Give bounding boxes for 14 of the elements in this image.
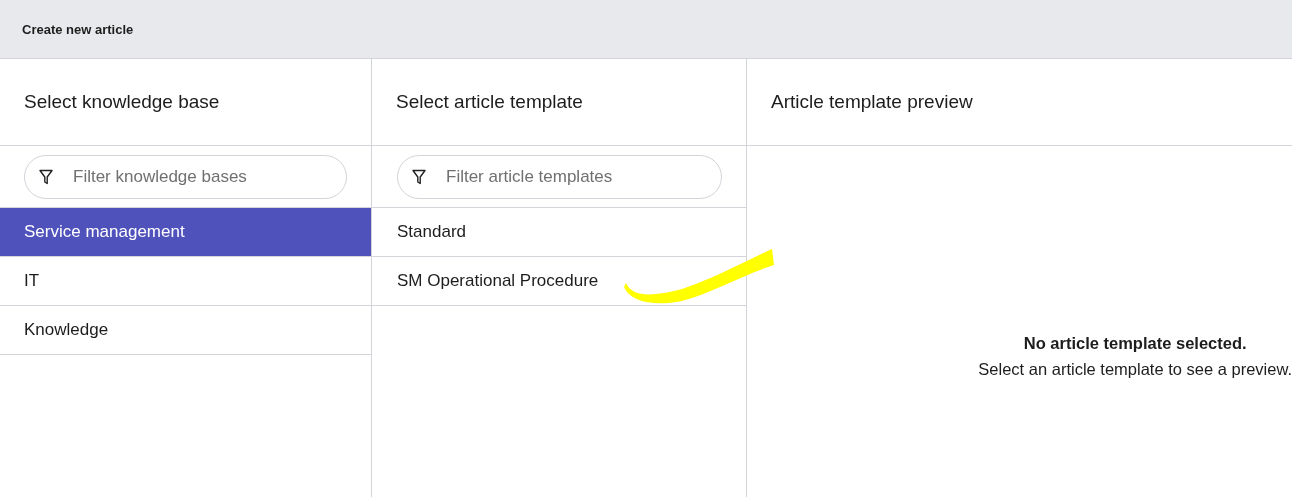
filter-field[interactable]: Filter article templates: [397, 154, 722, 199]
list-item[interactable]: Knowledge: [0, 306, 371, 355]
window-title: Create new article: [22, 21, 134, 37]
filter-icon: [39, 168, 53, 185]
list-item[interactable]: IT: [0, 257, 371, 306]
column-heading: Select knowledge base: [24, 91, 220, 113]
empty-title: No article template selected.: [1022, 334, 1248, 353]
filter-field[interactable]: Filter knowledge bases: [24, 154, 347, 199]
empty-text: Select an article template to see a preview.: [978, 360, 1292, 379]
list-item[interactable]: Standard: [372, 208, 746, 257]
column-heading: Select article template: [396, 91, 583, 113]
column-heading: Article template preview: [771, 91, 973, 113]
list-item[interactable]: Service management: [0, 208, 371, 257]
filter-icon: [412, 168, 426, 185]
